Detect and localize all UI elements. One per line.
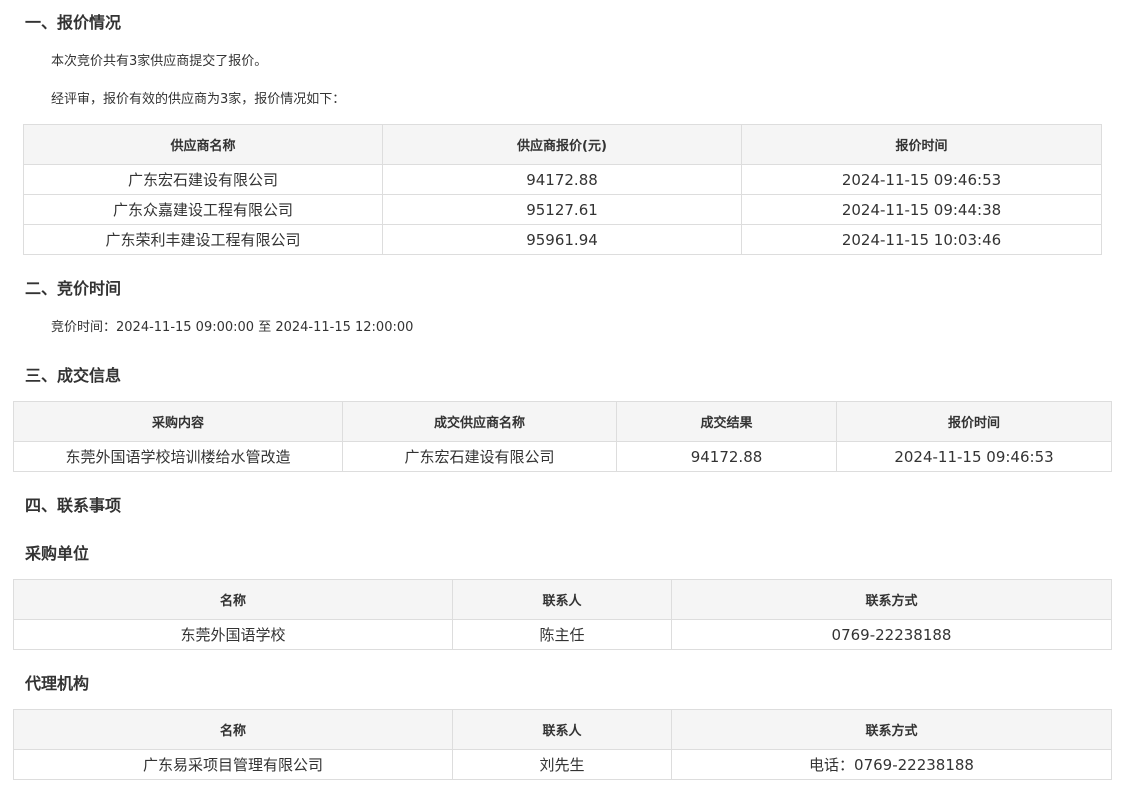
agency-subtitle: 代理机构 xyxy=(25,674,90,693)
table-row: 东莞外国语学校培训楼给水管改造 广东宏石建设有限公司 94172.88 2024… xyxy=(13,441,1112,472)
table-header-row: 名称 联系人 联系方式 xyxy=(13,709,1112,750)
section-title-bidding-time: 二、竞价时间 xyxy=(25,279,122,298)
org-name-cell: 东莞外国语学校 xyxy=(13,619,453,650)
contact-phone-cell: 电话：0769-22238188 xyxy=(671,749,1112,780)
quote-summary-text: 本次竞价共有3家供应商提交了报价。 xyxy=(51,54,268,69)
table-row: 广东易采项目管理有限公司 刘先生 电话：0769-22238188 xyxy=(13,749,1112,780)
column-header: 联系方式 xyxy=(671,709,1112,750)
column-header: 采购内容 xyxy=(13,401,343,442)
table-row: 广东荣利丰建设工程有限公司 95961.94 2024-11-15 10:03:… xyxy=(23,224,1102,255)
column-header: 成交结果 xyxy=(616,401,837,442)
quote-review-text: 经评审，报价有效的供应商为3家，报价情况如下： xyxy=(51,92,346,107)
table-row: 广东宏石建设有限公司 94172.88 2024-11-15 09:46:53 xyxy=(23,164,1102,195)
column-header: 报价时间 xyxy=(741,124,1102,165)
supplier-name-cell: 广东众嘉建设工程有限公司 xyxy=(23,194,383,225)
quote-time-cell: 2024-11-15 10:03:46 xyxy=(741,224,1102,255)
table-header-row: 采购内容 成交供应商名称 成交结果 报价时间 xyxy=(13,401,1112,442)
table-row: 东莞外国语学校 陈主任 0769-22238188 xyxy=(13,619,1112,650)
winning-supplier-cell: 广东宏石建设有限公司 xyxy=(342,441,617,472)
purchase-content-cell: 东莞外国语学校培训楼给水管改造 xyxy=(13,441,343,472)
quote-time-cell: 2024-11-15 09:44:38 xyxy=(741,194,1102,225)
agency-contact-table: 名称 联系人 联系方式 广东易采项目管理有限公司 刘先生 电话：0769-222… xyxy=(13,709,1112,780)
buyer-subtitle: 采购单位 xyxy=(25,544,90,563)
supplier-name-cell: 广东荣利丰建设工程有限公司 xyxy=(23,224,383,255)
quote-amount-cell: 94172.88 xyxy=(382,164,742,195)
table-row: 广东众嘉建设工程有限公司 95127.61 2024-11-15 09:44:3… xyxy=(23,194,1102,225)
contact-person-cell: 陈主任 xyxy=(452,619,672,650)
column-header: 名称 xyxy=(13,579,453,620)
column-header: 报价时间 xyxy=(836,401,1112,442)
deal-result-cell: 94172.88 xyxy=(616,441,837,472)
column-header: 供应商名称 xyxy=(23,124,383,165)
org-name-cell: 广东易采项目管理有限公司 xyxy=(13,749,453,780)
bidding-time-text: 竞价时间：2024-11-15 09:00:00 至 2024-11-15 12… xyxy=(51,320,414,335)
section-title-deal-info: 三、成交信息 xyxy=(25,366,122,385)
column-header: 供应商报价(元) xyxy=(382,124,742,165)
buyer-contact-table: 名称 联系人 联系方式 东莞外国语学校 陈主任 0769-22238188 xyxy=(13,579,1112,650)
quote-amount-cell: 95127.61 xyxy=(382,194,742,225)
deal-table: 采购内容 成交供应商名称 成交结果 报价时间 东莞外国语学校培训楼给水管改造 广… xyxy=(13,401,1112,472)
section-title-quotes: 一、报价情况 xyxy=(25,13,122,32)
column-header: 成交供应商名称 xyxy=(342,401,617,442)
quote-table: 供应商名称 供应商报价(元) 报价时间 广东宏石建设有限公司 94172.88 … xyxy=(23,124,1102,255)
column-header: 联系人 xyxy=(452,709,672,750)
table-header-row: 名称 联系人 联系方式 xyxy=(13,579,1112,620)
supplier-name-cell: 广东宏石建设有限公司 xyxy=(23,164,383,195)
column-header: 联系人 xyxy=(452,579,672,620)
quote-amount-cell: 95961.94 xyxy=(382,224,742,255)
quote-time-cell: 2024-11-15 09:46:53 xyxy=(836,441,1112,472)
contact-phone-cell: 0769-22238188 xyxy=(671,619,1112,650)
quote-time-cell: 2024-11-15 09:46:53 xyxy=(741,164,1102,195)
contact-person-cell: 刘先生 xyxy=(452,749,672,780)
table-header-row: 供应商名称 供应商报价(元) 报价时间 xyxy=(23,124,1102,165)
column-header: 名称 xyxy=(13,709,453,750)
column-header: 联系方式 xyxy=(671,579,1112,620)
section-title-contact: 四、联系事项 xyxy=(25,496,122,515)
